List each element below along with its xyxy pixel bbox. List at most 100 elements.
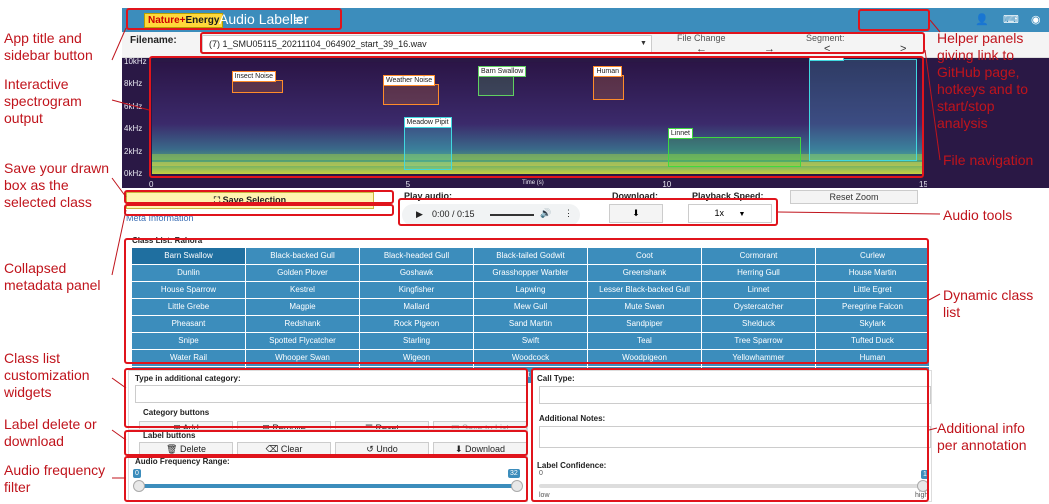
class-list-grid: Barn Swallow Black-backed Gull Black-heade… [132,248,929,383]
volume-icon[interactable]: 🔊 [540,208,551,219]
class-button[interactable]: Black-backed Gull [246,248,359,264]
notes-input[interactable] [539,426,931,448]
confidence-high-label: high [915,492,929,499]
class-button[interactable]: House Sparrow [132,282,245,298]
playback-speed-select[interactable]: 1x ▼ [688,204,772,223]
label-box[interactable] [477,75,514,96]
seek-bar[interactable] [490,214,534,216]
frequency-slider-track[interactable] [139,484,519,488]
next-segment-button[interactable]: > [900,43,906,55]
class-button[interactable]: Lapwing [474,282,587,298]
keyboard-icon[interactable]: ⌨ [1003,13,1019,26]
download-audio-button[interactable]: ⬇ [609,204,663,223]
spectrogram-plot[interactable]: 10kHz 8kHz 6kHz 4kHz 2kHz 0kHz 0 5 10 15 Time (s… [122,58,927,188]
class-button[interactable]: Magpie [246,299,359,315]
sidebar-toggle-icon[interactable]: ≡ [294,12,302,28]
label-box[interactable] [383,84,440,105]
class-button[interactable]: Wigeon [360,350,473,366]
class-button[interactable]: Woodpigeon [588,350,701,366]
more-icon[interactable]: ⋮ [564,208,573,219]
class-button[interactable]: Sand Martin [474,316,587,332]
class-button[interactable]: Mallard [360,299,473,315]
class-button[interactable]: Curlew [816,248,929,264]
class-button[interactable]: Shelduck [702,316,815,332]
meta-information-toggle[interactable]: Meta Information [126,213,194,223]
prev-segment-button[interactable]: < [824,43,830,55]
class-button[interactable]: Golden Plover [246,265,359,281]
github-icon[interactable]: ◉ [1031,13,1041,26]
clear-label-button[interactable]: ⌫ Clear [237,442,331,456]
class-button[interactable]: Starling [360,333,473,349]
class-button[interactable]: Rock Pigeon [360,316,473,332]
class-button[interactable]: Pheasant [132,316,245,332]
class-button[interactable]: Woodcock [474,350,587,366]
additional-category-input[interactable] [135,385,527,403]
class-button[interactable]: Whooper Swan [246,350,359,366]
y-tick-label: 0kHz [124,169,143,178]
label-box[interactable] [231,79,283,94]
trash-icon: 🗑 [166,444,178,454]
label-box[interactable] [593,75,625,101]
class-button[interactable]: Swift [474,333,587,349]
class-button[interactable]: Sandpiper [588,316,701,332]
class-button[interactable]: Skylark [816,316,929,332]
class-button[interactable]: Cormorant [702,248,815,264]
class-button[interactable]: Goshawk [360,265,473,281]
class-button[interactable]: Spotted Flycatcher [246,333,359,349]
class-button[interactable]: Mew Gull [474,299,587,315]
x-tick-label: 0 [149,180,154,188]
class-button[interactable]: Barn Swallow [132,248,245,264]
class-button[interactable]: Tufted Duck [816,333,929,349]
confidence-slider-track[interactable] [539,484,929,488]
confidence-handle[interactable] [917,480,929,492]
class-button[interactable]: Tree Sparrow [702,333,815,349]
class-button[interactable]: Greenshank [588,265,701,281]
class-button[interactable]: Herring Gull [702,265,815,281]
label-box[interactable] [667,137,802,168]
class-button[interactable]: Teal [588,333,701,349]
class-button[interactable]: Kestrel [246,282,359,298]
reset-zoom-button[interactable]: Reset Zoom [790,190,918,204]
class-button[interactable]: Coot [588,248,701,264]
class-button[interactable]: Water Rail [132,350,245,366]
class-button[interactable]: Human [816,350,929,366]
label-box-tag: Linnet [667,128,693,140]
user-icon[interactable]: 👤 [975,13,989,26]
class-button[interactable]: Peregrine Falcon [816,299,929,315]
class-button[interactable]: House Martin [816,265,929,281]
class-button[interactable]: Kingfisher [360,282,473,298]
undo-label-button[interactable]: ↺ Undo [335,442,429,456]
class-button[interactable]: Black-tailed Godwit [474,248,587,264]
class-button[interactable]: Snipe [132,333,245,349]
label-box[interactable] [403,125,453,170]
class-button[interactable]: Little Grebe [132,299,245,315]
filename-select[interactable]: (7) 1_SMU05115_20211104_064902_start_39_… [202,35,652,54]
class-button[interactable]: Linnet [702,282,815,298]
class-button[interactable]: Yellowhammer [702,350,815,366]
class-button[interactable]: Little Egret [816,282,929,298]
delete-label-button[interactable]: 🗑 Delete [139,442,233,456]
download-labels-button[interactable]: ⬇ Download [433,442,527,456]
class-button[interactable]: Dunlin [132,265,245,281]
class-button[interactable]: Lesser Black-backed Gull [588,282,701,298]
save-selection-button[interactable]: ⛶ Save Selection [126,192,374,209]
label-box-tag: Weather Noise [383,75,436,87]
annotation-class-custom: Class list customization widgets [4,350,90,400]
annotation-spectrogram: Interactive spectrogram output [4,76,82,126]
class-button[interactable]: Oystercatcher [702,299,815,315]
call-type-input[interactable] [539,386,931,404]
label-box[interactable] [809,58,917,161]
filename-label: Filename: [130,35,177,46]
label-box-tag: Human [593,66,623,78]
next-file-button[interactable]: → [764,43,775,55]
freq-min-handle[interactable] [133,480,145,492]
class-button[interactable]: Redshank [246,316,359,332]
class-button[interactable]: Grasshopper Warbler [474,265,587,281]
freq-max-handle[interactable] [511,480,523,492]
play-icon[interactable]: ▶ [416,209,423,220]
additional-category-label: Type in additional category: [135,374,241,383]
prev-file-button[interactable]: ← [696,43,707,55]
label-buttons-label: Label buttons [143,431,196,440]
class-button[interactable]: Mute Swan [588,299,701,315]
class-button[interactable]: Black-headed Gull [360,248,473,264]
